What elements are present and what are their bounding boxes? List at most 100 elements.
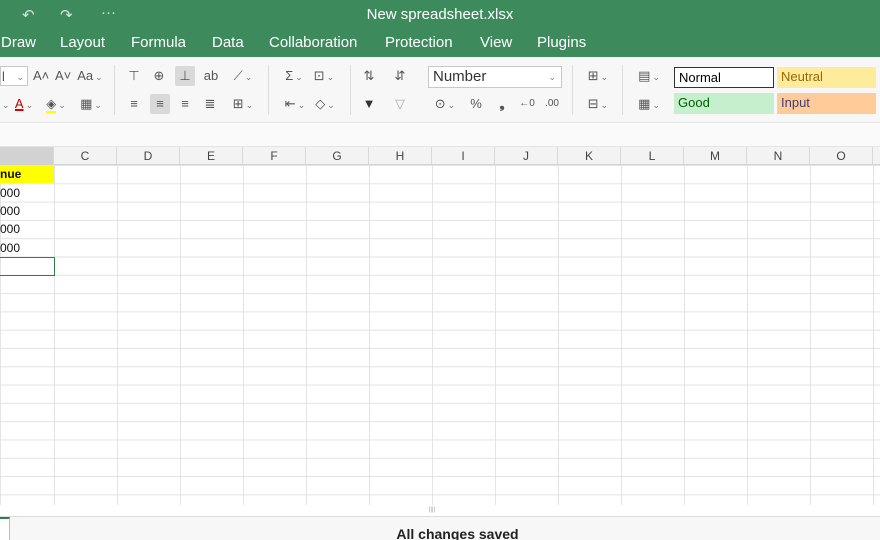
chevron-down-icon: ⌄ [652, 100, 660, 110]
column-header[interactable]: E [180, 147, 243, 165]
selected-cell[interactable] [0, 257, 55, 276]
decrease-font-button[interactable]: A˅ [55, 66, 71, 86]
chevron-down-icon: ⌄ [25, 100, 34, 110]
scroll-handle-icon[interactable]: |||| [424, 507, 440, 513]
grid-line [432, 165, 433, 505]
merge-cells-button[interactable]: ⊞ ⌄ [229, 94, 257, 114]
chevron-down-icon: ⌄ [326, 72, 335, 82]
column-header[interactable]: M [684, 147, 747, 165]
change-case-button[interactable]: Aa ⌄ [76, 66, 104, 86]
insert-rows-button[interactable]: ⊞ ⌄ [584, 66, 612, 86]
justify-icon[interactable]: ≣ [202, 94, 218, 114]
chevron-down-icon: ⌄ [600, 100, 609, 110]
column-header[interactable]: G [306, 147, 369, 165]
orientation-icon: ⟋ [233, 68, 243, 83]
column-header-b[interactable] [0, 147, 54, 165]
column-header[interactable]: F [243, 147, 306, 165]
column-header[interactable]: D [117, 147, 180, 165]
menu-plugins[interactable]: Plugins [537, 34, 586, 51]
text-rotation-icon[interactable]: ab [202, 66, 220, 86]
column-header[interactable]: K [558, 147, 621, 165]
percent-style-button[interactable]: % [468, 94, 484, 114]
style-good[interactable]: Good [674, 93, 774, 114]
decrease-decimal-icon[interactable]: .00 [542, 94, 562, 114]
style-neutral[interactable]: Neutral [777, 67, 876, 88]
grid-line [117, 165, 118, 505]
sort-ascending-icon[interactable]: ⇅ [361, 66, 377, 86]
toolbar-divider [114, 65, 115, 115]
status-bar: All changes saved [0, 516, 880, 540]
column-header[interactable]: C [54, 147, 117, 165]
increase-font-button[interactable]: A˄ [33, 66, 49, 86]
align-center-icon[interactable]: ≡ [150, 94, 170, 114]
menu-layout[interactable]: Layout [60, 34, 105, 51]
chevron-down-icon: ⌄ [95, 72, 103, 82]
text-orientation-button[interactable]: ⟋ ⌄ [229, 66, 257, 86]
column-header[interactable]: N [747, 147, 810, 165]
column-header[interactable]: H [369, 147, 432, 165]
table-icon: ▦ [638, 96, 651, 111]
table-cell[interactable]: 000 [0, 220, 54, 238]
grid-line [243, 165, 244, 505]
style-normal[interactable]: Normal [674, 67, 774, 88]
menu-collaboration[interactable]: Collaboration [269, 34, 357, 51]
accounting-format-button[interactable]: ⊙ ⌄ [430, 94, 460, 114]
eraser-icon: ◇ [315, 96, 326, 111]
align-middle-icon[interactable]: ⊕ [151, 66, 167, 86]
table-header-cell[interactable]: nue [0, 165, 54, 183]
chevron-down-icon: ⌄ [548, 72, 556, 82]
align-top-icon[interactable]: ⊤ [126, 66, 142, 86]
save-status: All changes saved [396, 526, 519, 540]
chevron-down-icon: ⌄ [245, 100, 254, 110]
grid-line [873, 165, 874, 505]
clear-filter-icon[interactable]: ▽ [392, 94, 408, 114]
chevron-down-icon: ⌄ [58, 100, 66, 110]
fill-button[interactable]: ⊡ ⌄ [310, 66, 338, 86]
column-header[interactable]: I [432, 147, 495, 165]
format-as-table-button[interactable]: ▦ ⌄ [634, 94, 664, 114]
chevron-down-icon[interactable]: ⌄ [0, 94, 10, 114]
cell-grid[interactable] [0, 165, 880, 505]
table-cell[interactable]: 000 [0, 239, 54, 257]
style-input[interactable]: Input [777, 93, 876, 114]
toolbar-divider [350, 65, 351, 115]
chevron-down-icon: ⌄ [652, 72, 660, 82]
column-header[interactable]: L [621, 147, 684, 165]
align-right-icon[interactable]: ≡ [177, 94, 193, 114]
menu-data[interactable]: Data [212, 34, 244, 51]
menu-formula[interactable]: Formula [131, 34, 186, 51]
sort-descending-icon[interactable]: ⇵ [392, 66, 408, 86]
table-cell[interactable]: 000 [0, 184, 54, 202]
align-left-icon[interactable]: ≡ [126, 94, 142, 114]
align-bottom-icon[interactable]: ⊥ [175, 66, 195, 86]
grid-line [369, 165, 370, 505]
grid-line [495, 165, 496, 505]
increase-decimal-icon[interactable]: ←0 [518, 94, 536, 114]
font-size-field[interactable]: l ⌄ [0, 66, 28, 86]
chevron-down-icon: ⌄ [447, 100, 456, 110]
menu-protection[interactable]: Protection [385, 34, 453, 51]
comma-style-button[interactable]: ❟ [494, 94, 510, 114]
autosum-button[interactable]: Σ ⌄ [281, 66, 307, 86]
chevron-down-icon: ⌄ [244, 72, 253, 82]
borders-button[interactable]: ▦ ⌄ [77, 94, 105, 114]
merge-icon: ⊞ [232, 96, 244, 111]
conditional-format-button[interactable]: ▤ ⌄ [634, 66, 664, 86]
fill-color-button[interactable]: ◈ ⌄ [42, 94, 70, 114]
menu-view[interactable]: View [480, 34, 512, 51]
grid-line [180, 165, 181, 505]
column-header[interactable]: O [810, 147, 873, 165]
fill-down-icon: ⊡ [313, 68, 325, 83]
delete-rows-button[interactable]: ⊟ ⌄ [584, 94, 612, 114]
column-header[interactable]: J [495, 147, 558, 165]
menu-draw[interactable]: Draw [1, 34, 36, 51]
formula-bar[interactable] [0, 124, 880, 147]
column-headers: C D E F G H I J K L M N O [0, 147, 880, 165]
insert-cells-button[interactable]: ⇤ ⌄ [281, 94, 309, 114]
table-cell[interactable]: 000 [0, 202, 54, 220]
font-color-button[interactable]: A ⌄ [11, 94, 37, 114]
clear-button[interactable]: ◇ ⌄ [311, 94, 339, 114]
number-format-select[interactable]: Number ⌄ [428, 66, 562, 88]
filter-icon[interactable]: ▼ [361, 94, 377, 114]
insert-rows-icon: ⊞ [587, 68, 599, 83]
